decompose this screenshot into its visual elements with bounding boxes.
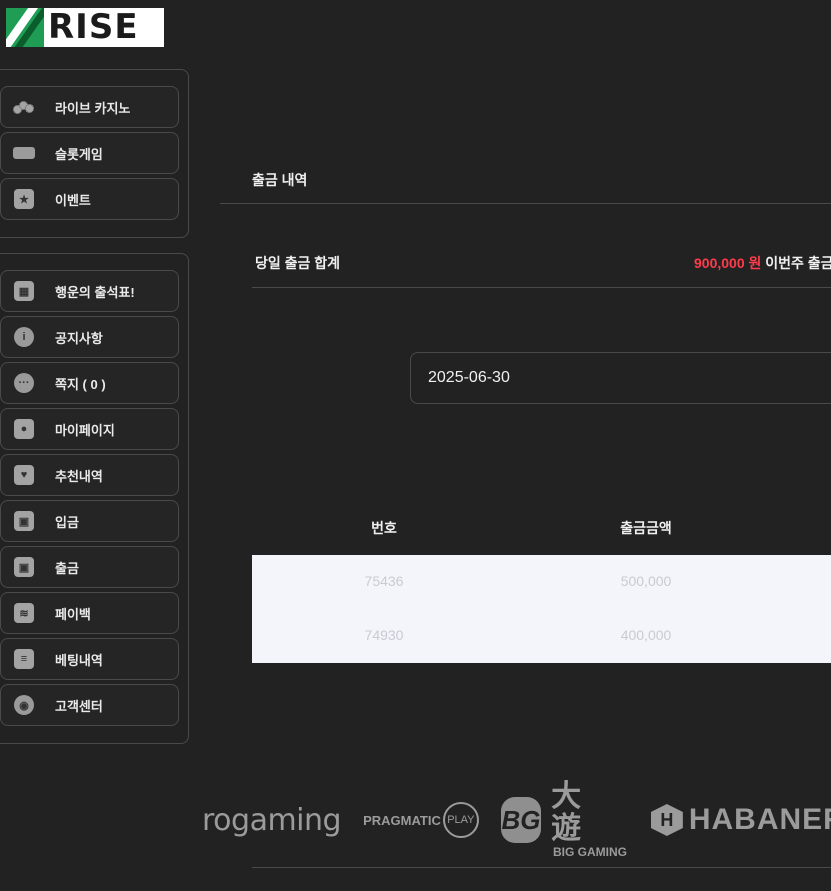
calendar-icon: ▦: [13, 280, 35, 302]
sidebar-item-slot[interactable]: 슬롯게임: [0, 132, 179, 174]
daily-total-summary: 900,000 원 이번주 출금 합계: [694, 253, 831, 273]
table-cell-amount: 500,000: [620, 573, 672, 589]
wallet-withdraw-icon: ▣: [13, 556, 35, 578]
daily-total-amount: 900,000 원: [694, 255, 762, 271]
divider: [252, 867, 831, 868]
evolution-gaming-logo: rogaming: [202, 802, 342, 838]
casino-chips-icon: [13, 96, 35, 118]
pragmatic-play-logo: PRAGMATIC PLAY: [363, 802, 479, 838]
info-icon: i: [13, 326, 35, 348]
sidebar-item-label: 추천내역: [55, 468, 103, 484]
table-cell-number: 74930: [364, 627, 404, 643]
sidebar-item-deposit[interactable]: ▣ 입금: [0, 500, 179, 542]
sidebar-item-payback[interactable]: ≋ 페이백: [0, 592, 179, 634]
sidebar-item-label: 입금: [55, 514, 79, 530]
sidebar-item-label: 베팅내역: [55, 652, 103, 668]
habanero-logo: H HABANERO: [650, 803, 831, 837]
sidebar-item-label: 마이페이지: [55, 422, 115, 438]
sidebar-item-messages[interactable]: ··· 쪽지 ( 0 ): [0, 362, 179, 404]
sidebar-item-notice[interactable]: i 공지사항: [0, 316, 179, 358]
sidebar-item-support[interactable]: ◉ 고객센터: [0, 684, 179, 726]
sidebar-item-label: 이벤트: [55, 192, 91, 208]
message-icon: ···: [13, 372, 35, 394]
sidebar-item-label: 쪽지 ( 0 ): [55, 376, 106, 392]
brand-logo[interactable]: RISE: [6, 8, 164, 47]
sidebar-item-label: 출금: [55, 560, 79, 576]
daily-total-label: 당일 출금 합계: [255, 255, 341, 271]
provider-logos: rogaming PRAGMATIC PLAY BG 大遊 BIG GAMING…: [200, 780, 831, 860]
divider: [220, 203, 831, 204]
table-cell-number: 75436: [364, 573, 404, 589]
withdrawal-table: 75436 500,000 74930 400,000: [252, 555, 831, 663]
sidebar-item-referral[interactable]: ♥ 추천내역: [0, 454, 179, 496]
divider: [252, 287, 831, 288]
bet-history-icon: ≡: [13, 648, 35, 670]
habanero-icon: H: [650, 804, 683, 836]
table-cell-amount: 400,000: [620, 627, 672, 643]
sidebar-item-label: 슬롯게임: [55, 146, 103, 162]
sidebar-item-live-casino[interactable]: 라이브 카지노: [0, 86, 179, 128]
event-star-icon: ★: [13, 188, 35, 210]
sidebar-item-bet-history[interactable]: ≡ 베팅내역: [0, 638, 179, 680]
sidebar-item-attendance[interactable]: ▦ 행운의 출석표!: [0, 270, 179, 312]
user-icon: ●: [13, 418, 35, 440]
sidebar-item-label: 고객센터: [55, 698, 103, 714]
page-title: 출금 내역: [252, 172, 308, 188]
coins-icon: ≋: [13, 602, 35, 624]
logo-mark-icon: [6, 8, 44, 47]
brand-name: RISE: [48, 7, 139, 47]
sidebar-group-account: ▦ 행운의 출석표! i 공지사항 ··· 쪽지 ( 0 ) ● 마이페이지 ♥…: [0, 253, 189, 744]
big-gaming-logo: BG 大遊 BIG GAMING: [500, 780, 627, 859]
wallet-deposit-icon: ▣: [13, 510, 35, 532]
table-header-number: 번호: [371, 520, 397, 536]
sidebar-item-event[interactable]: ★ 이벤트: [0, 178, 179, 220]
sidebar-item-withdraw[interactable]: ▣ 출금: [0, 546, 179, 588]
heart-icon: ♥: [13, 464, 35, 486]
support-icon: ◉: [13, 694, 35, 716]
sidebar-item-mypage[interactable]: ● 마이페이지: [0, 408, 179, 450]
table-header-amount: 출금금액: [620, 520, 672, 536]
slot-machine-icon: [13, 142, 35, 164]
sidebar-item-label: 행운의 출석표!: [55, 284, 135, 300]
sidebar-item-label: 라이브 카지노: [55, 100, 131, 116]
sidebar-item-label: 페이백: [55, 606, 91, 622]
date-picker-input[interactable]: [410, 352, 831, 404]
weekly-total-label: 이번주 출금 합계: [765, 255, 831, 271]
sidebar-group-games: 라이브 카지노 슬롯게임 ★ 이벤트: [0, 69, 189, 238]
sidebar-item-label: 공지사항: [55, 330, 103, 346]
